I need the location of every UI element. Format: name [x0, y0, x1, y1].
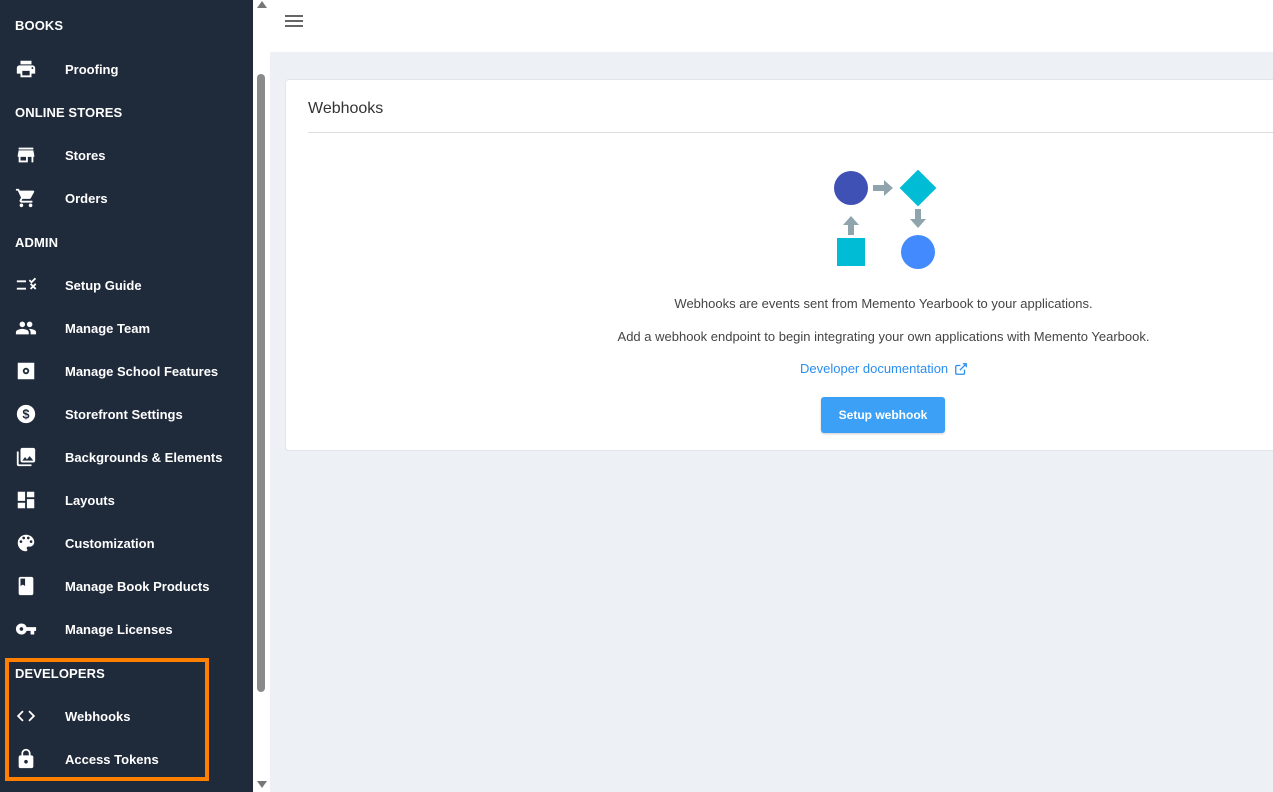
- divider: [308, 132, 1273, 133]
- sidebar-item-label: Layouts: [65, 492, 115, 508]
- sidebar-item-label: Manage School Features: [65, 363, 219, 379]
- hamburger-menu-icon[interactable]: [285, 15, 303, 29]
- svg-text:$: $: [22, 407, 29, 422]
- developer-documentation-label: Developer documentation: [800, 361, 949, 376]
- sidebar-item-customization[interactable]: Customization: [0, 525, 253, 561]
- description-line-2: Add a webhook endpoint to begin integrat…: [617, 329, 1150, 344]
- checklist-icon: [15, 274, 37, 296]
- scrollbar-thumb[interactable]: [257, 74, 265, 692]
- sidebar-item-orders[interactable]: Orders: [0, 180, 253, 216]
- gear-icon: [15, 360, 37, 382]
- store-icon: [15, 144, 37, 166]
- sidebar-item-label: Stores: [65, 147, 106, 163]
- developers-highlight-box: [5, 658, 209, 781]
- scroll-down-arrow-icon[interactable]: [257, 781, 267, 788]
- sidebar-item-label: Proofing: [65, 61, 119, 77]
- sidebar-item-backgrounds-elements[interactable]: Backgrounds & Elements: [0, 439, 253, 475]
- palette-icon: [15, 532, 37, 554]
- section-header-books: BOOKS: [15, 18, 64, 33]
- sidebar-item-stores[interactable]: Stores: [0, 137, 253, 173]
- developer-documentation-link[interactable]: Developer documentation: [800, 361, 968, 376]
- sidebar-item-manage-licenses[interactable]: Manage Licenses: [0, 611, 253, 647]
- sidebar-item-label: Orders: [65, 190, 108, 206]
- dashboard-icon: [15, 489, 37, 511]
- people-icon: [15, 317, 37, 339]
- setup-webhook-button[interactable]: Setup webhook: [821, 397, 945, 433]
- sidebar-item-proofing[interactable]: Proofing: [0, 51, 253, 87]
- sidebar-item-label: Manage Licenses: [65, 621, 173, 637]
- sidebar-item-manage-team[interactable]: Manage Team: [0, 310, 253, 346]
- section-header-online-stores: ONLINE STORES: [15, 105, 123, 120]
- sidebar-item-label: Customization: [65, 535, 155, 551]
- cart-icon: [15, 187, 37, 209]
- external-link-icon: [955, 362, 968, 375]
- sidebar-item-label: Setup Guide: [65, 277, 142, 293]
- description-line-1: Webhooks are events sent from Memento Ye…: [674, 296, 1093, 311]
- printer-icon: [15, 58, 37, 80]
- flow-diagram-icon: [834, 170, 937, 269]
- sidebar-scrollbar[interactable]: [253, 0, 270, 792]
- sidebar-item-label: Storefront Settings: [65, 406, 183, 422]
- page-title: Webhooks: [308, 100, 384, 117]
- sidebar-item-setup-guide[interactable]: Setup Guide: [0, 267, 253, 303]
- sidebar-item-label: Backgrounds & Elements: [65, 449, 223, 465]
- sidebar-item-manage-school-features[interactable]: Manage School Features: [0, 353, 253, 389]
- photos-icon: [15, 446, 37, 468]
- sidebar-item-label: Manage Book Products: [65, 578, 210, 594]
- dollar-icon: $: [15, 403, 37, 425]
- sidebar-item-storefront-settings[interactable]: $ Storefront Settings: [0, 396, 253, 432]
- sidebar-item-label: Manage Team: [65, 320, 151, 336]
- sidebar-item-manage-book-products[interactable]: Manage Book Products: [0, 568, 253, 604]
- book-icon: [15, 575, 37, 597]
- webhooks-card: Webhooks Webhooks are events sent from M…: [285, 79, 1273, 451]
- top-bar: [270, 0, 1273, 52]
- key-icon: [15, 618, 37, 640]
- scroll-up-arrow-icon[interactable]: [257, 1, 267, 8]
- section-header-admin: ADMIN: [15, 235, 59, 250]
- sidebar-item-layouts[interactable]: Layouts: [0, 482, 253, 518]
